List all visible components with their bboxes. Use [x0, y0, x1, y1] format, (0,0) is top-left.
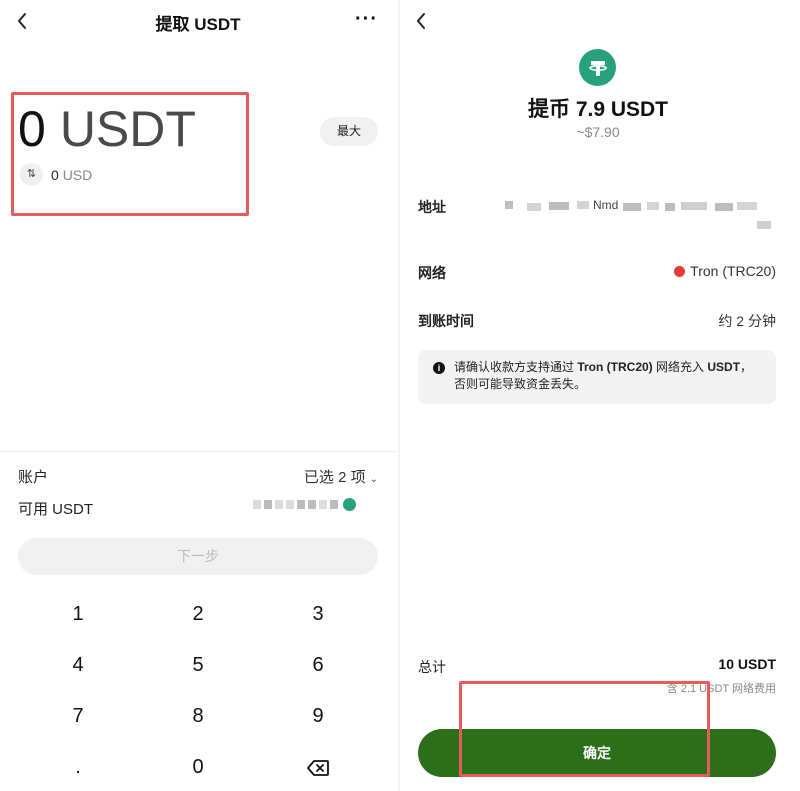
tron-icon	[674, 266, 686, 277]
available-balance-masked	[253, 498, 356, 511]
network-label: 网络	[418, 265, 446, 281]
total-value: 10 USDT	[718, 656, 776, 672]
next-step-button[interactable]: 下一步	[18, 538, 378, 575]
usdt-logo-icon	[579, 49, 616, 86]
network-fee-note: 含 2.1 USDT 网络费用	[666, 683, 776, 695]
network-value: Tron (TRC20)	[674, 263, 776, 279]
key-1[interactable]: 1	[18, 594, 138, 645]
usd-equivalent: 0 USD	[51, 167, 92, 183]
info-icon: i	[433, 362, 445, 374]
key-9[interactable]: 9	[258, 696, 378, 747]
backspace-key[interactable]	[258, 747, 378, 791]
network-name: Tron (TRC20)	[690, 263, 776, 279]
usd-currency: USD	[62, 167, 93, 183]
amount-display: 0 USDT	[18, 100, 196, 158]
page-title: 提取 USDT	[155, 15, 241, 34]
key-3[interactable]: 3	[258, 594, 378, 645]
backspace-icon	[307, 756, 329, 778]
arrival-time-value: 约 2 分钟	[718, 313, 776, 329]
withdraw-screen: 提取 USDT ··· 0 USDT 最大 ⇅ 0 USD 账户 已选 2 项 ⌄…	[0, 0, 400, 791]
notice-text-pre: 请确认收款方支持通过	[454, 360, 578, 374]
key-8[interactable]: 8	[138, 696, 258, 747]
usd-estimate: ~$7.90	[576, 124, 620, 140]
confirm-button[interactable]: 确定	[418, 729, 776, 777]
notice-coin: USDT	[707, 360, 741, 374]
total-label: 总计	[418, 659, 446, 675]
notice-network: Tron (TRC20)	[577, 360, 653, 374]
key-7[interactable]: 7	[18, 696, 138, 747]
section-divider	[0, 451, 396, 452]
chevron-down-icon: ⌄	[369, 474, 378, 485]
withdraw-summary-title: 提币 7.9 USDT	[527, 98, 669, 121]
max-button[interactable]: 最大	[320, 117, 378, 146]
swap-vertical-icon[interactable]: ⇅	[20, 163, 43, 186]
address-label: 地址	[418, 199, 446, 215]
notice-text-mid: 网络充入	[652, 360, 708, 374]
account-selected-count: 已选 2 项	[303, 469, 366, 486]
key-4[interactable]: 4	[18, 645, 138, 696]
usdt-coin-icon	[343, 498, 356, 511]
number-keypad: 1 2 3 4 5 6 7 8 9 . 0	[18, 594, 378, 791]
back-arrow-icon[interactable]	[415, 12, 427, 30]
account-selector[interactable]: 已选 2 项 ⌄	[304, 466, 378, 487]
more-options-icon[interactable]: ···	[355, 8, 378, 31]
network-warning-notice: i 请确认收款方支持通过 Tron (TRC20) 网络充入 USDT，否则可能…	[418, 350, 776, 404]
address-fragment: Nmd	[593, 198, 619, 212]
amount-value: 0	[18, 101, 46, 157]
key-2[interactable]: 2	[138, 594, 258, 645]
key-0[interactable]: 0	[138, 747, 258, 791]
key-5[interactable]: 5	[138, 645, 258, 696]
key-decimal[interactable]: .	[18, 747, 138, 791]
address-value-masked: Nmd	[505, 198, 777, 231]
usd-value: 0	[51, 167, 59, 183]
amount-currency: USDT	[59, 101, 196, 157]
arrival-time-label: 到账时间	[418, 313, 474, 329]
available-label: 可用 USDT	[18, 501, 94, 518]
account-label: 账户	[18, 469, 49, 486]
key-6[interactable]: 6	[258, 645, 378, 696]
